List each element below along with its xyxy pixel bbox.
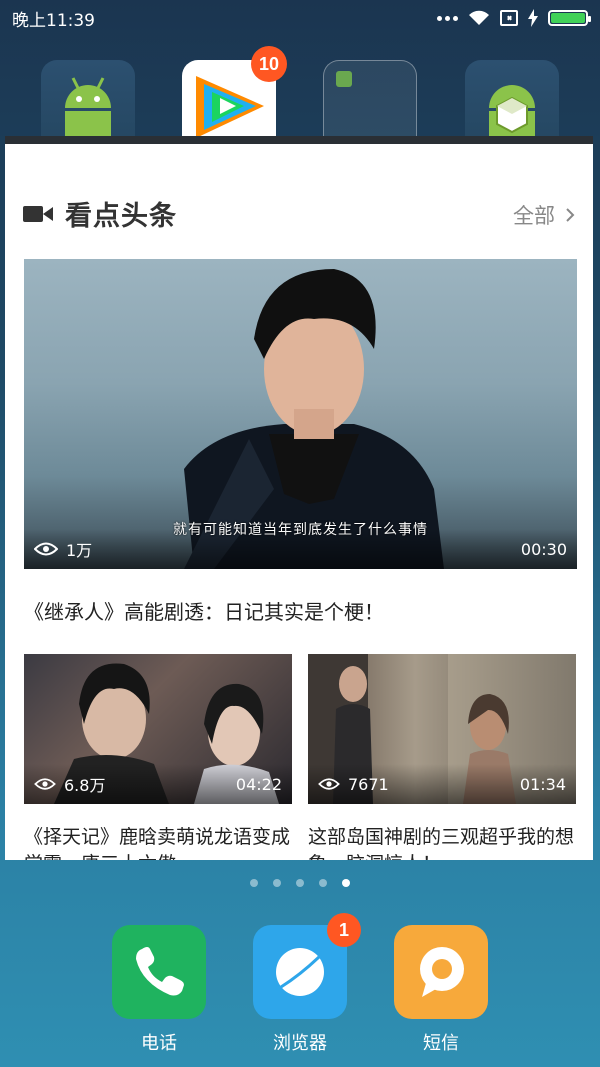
video-thumbnail-1[interactable]: 6.8万 04:22 bbox=[24, 654, 292, 804]
card-title: 看点头条 bbox=[65, 201, 177, 232]
page-dot[interactable] bbox=[319, 879, 327, 887]
dock-app-messages[interactable]: 短信 bbox=[393, 925, 489, 1055]
video-2-view-count: 7671 bbox=[348, 774, 389, 794]
hero-duration: 00:30 bbox=[520, 539, 567, 559]
video-1-views: 6.8万 bbox=[34, 772, 105, 796]
phone-handset-icon bbox=[136, 947, 184, 996]
messages-app-label: 短信 bbox=[423, 1033, 459, 1054]
eye-icon bbox=[34, 778, 56, 790]
page-dot[interactable] bbox=[273, 879, 281, 887]
phone-app-label: 电话 bbox=[141, 1033, 177, 1054]
page-indicator bbox=[0, 879, 600, 887]
video-1-caption[interactable]: 《择天记》鹿晗卖萌说龙语变成学霸，唐三十六傲 bbox=[24, 824, 292, 860]
charging-icon bbox=[528, 9, 538, 27]
folder-mini-app-icon bbox=[336, 71, 352, 87]
notification-badge: 10 bbox=[251, 46, 287, 82]
video-2-caption[interactable]: 这部岛国神剧的三观超乎我的想象，脑洞惊人！ bbox=[308, 824, 576, 860]
more-dots-icon bbox=[437, 15, 458, 21]
video-2-meta: 7671 01:34 bbox=[308, 764, 576, 804]
page-dot[interactable] bbox=[250, 879, 258, 887]
video-2-duration: 01:34 bbox=[519, 774, 566, 794]
video-2-views: 7671 bbox=[318, 775, 389, 794]
view-all-link[interactable]: 全部 bbox=[513, 200, 575, 230]
hero-caption[interactable]: 《继承人》高能剧透：日记其实是个梗！ bbox=[24, 596, 384, 625]
status-time: 晚上11:39 bbox=[12, 10, 95, 31]
browser-notification-badge: 1 bbox=[327, 913, 361, 947]
dock-app-phone[interactable]: 电话 bbox=[111, 925, 207, 1055]
video-1-duration: 04:22 bbox=[235, 774, 282, 794]
battery-icon bbox=[548, 10, 591, 26]
eye-icon bbox=[34, 542, 58, 556]
messages-app-icon[interactable] bbox=[394, 925, 488, 1019]
phone-app-icon[interactable] bbox=[112, 925, 206, 1019]
message-bubble-icon bbox=[420, 947, 464, 997]
dock-app-browser[interactable]: 1 浏览器 bbox=[252, 913, 361, 1055]
video-1-view-count: 6.8万 bbox=[64, 776, 106, 795]
top-apps-row: 10 bbox=[0, 46, 600, 154]
page-dot-active[interactable] bbox=[342, 879, 350, 887]
no-sim-icon bbox=[500, 10, 518, 26]
android-package-icon bbox=[489, 85, 535, 144]
wifi-icon bbox=[469, 10, 489, 25]
browser-app-label: 浏览器 bbox=[273, 1033, 327, 1054]
chevron-right-icon bbox=[566, 208, 575, 222]
news-card-widget: 看点头条 全部 就有可能知道当年到底发生了什么事情 1万 00:30 bbox=[5, 136, 593, 860]
hero-video-thumbnail[interactable]: 就有可能知道当年到底发生了什么事情 1万 00:30 bbox=[24, 259, 577, 569]
eye-icon bbox=[318, 778, 340, 790]
video-camera-icon bbox=[23, 205, 53, 222]
video-thumbnail-2[interactable]: 7671 01:34 bbox=[308, 654, 576, 804]
hero-video-meta: 1万 00:30 bbox=[24, 529, 577, 569]
card-header: 看点头条 bbox=[23, 194, 177, 233]
android-robot-icon bbox=[65, 77, 111, 144]
status-icons bbox=[437, 9, 591, 27]
hero-view-count: 1万 bbox=[66, 541, 93, 560]
page-dot[interactable] bbox=[296, 879, 304, 887]
view-all-label: 全部 bbox=[513, 204, 555, 228]
video-1-meta: 6.8万 04:22 bbox=[24, 764, 292, 804]
hero-views: 1万 bbox=[34, 537, 92, 561]
status-bar: 晚上11:39 bbox=[0, 0, 600, 36]
